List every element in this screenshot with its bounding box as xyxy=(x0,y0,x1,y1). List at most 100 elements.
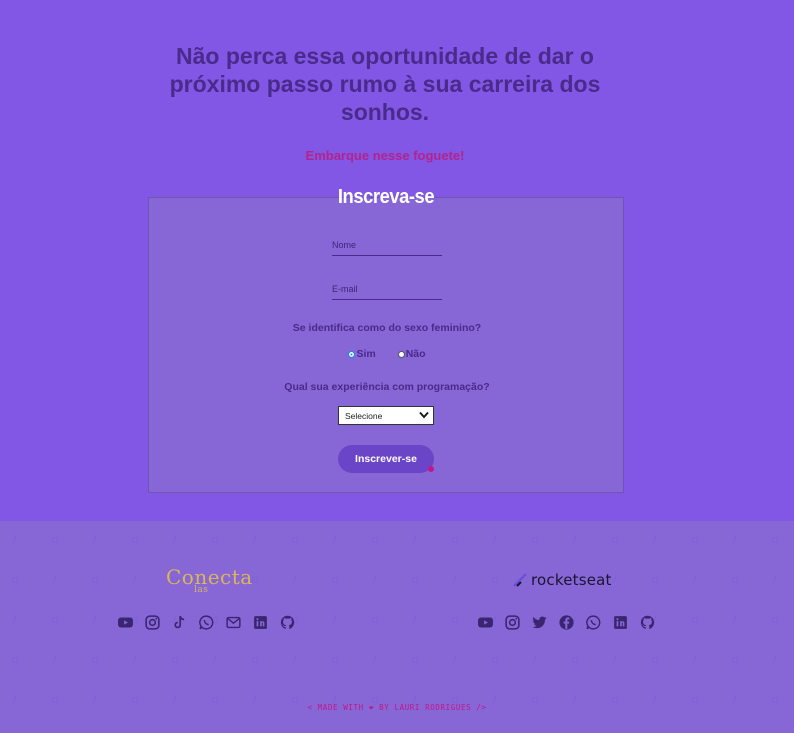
pattern-glyph: / xyxy=(372,655,378,665)
pattern-glyph: / xyxy=(452,575,458,585)
heart-icon: ❤ xyxy=(368,703,374,712)
pattern-glyph: / xyxy=(452,655,458,665)
pattern-glyph: / xyxy=(292,575,298,585)
pattern-glyph: □ xyxy=(52,535,58,545)
whatsapp-icon[interactable] xyxy=(197,613,216,632)
youtube-icon[interactable] xyxy=(116,613,135,632)
accent-dot xyxy=(428,466,434,472)
pattern-glyph: □ xyxy=(332,655,338,665)
radio-sim-dot[interactable] xyxy=(348,350,356,358)
conecta-logo-text: Conecta xyxy=(166,565,253,589)
instagram-icon[interactable] xyxy=(503,613,522,632)
facebook-icon[interactable] xyxy=(557,613,576,632)
pattern-glyph: / xyxy=(732,535,738,545)
pattern-glyph: / xyxy=(692,655,698,665)
pattern-glyph: / xyxy=(92,615,98,625)
pattern-glyph: / xyxy=(332,535,338,545)
pattern-glyph: / xyxy=(332,615,338,625)
chevron-down-icon xyxy=(419,411,429,421)
pattern-glyph: / xyxy=(412,615,418,625)
rocketseat-logo[interactable]: rocketseat xyxy=(512,571,612,589)
pattern-glyph: □ xyxy=(692,615,698,625)
pattern-glyph: □ xyxy=(52,615,58,625)
youtube-icon[interactable] xyxy=(476,613,495,632)
instagram-icon[interactable] xyxy=(143,613,162,632)
conecta-logo-sub: las xyxy=(194,585,209,595)
pattern-glyph: / xyxy=(132,575,138,585)
radio-nao-label: Não xyxy=(405,348,426,360)
email-field-wrapper xyxy=(332,278,442,300)
pattern-glyph: / xyxy=(732,615,738,625)
gender-radio-group: Sim Não xyxy=(149,348,625,360)
experience-question: Qual sua experiência com programação? xyxy=(284,381,490,393)
pattern-glyph: / xyxy=(572,535,578,545)
pattern-glyph: / xyxy=(772,655,778,665)
submit-button[interactable]: Inscrever-se xyxy=(338,445,434,473)
name-field-wrapper xyxy=(332,234,442,256)
experience-select[interactable]: Selecione xyxy=(338,406,434,425)
gender-question: Se identifica como do sexo feminino? xyxy=(292,322,482,334)
conecta-social-icons xyxy=(116,613,297,632)
pattern-glyph: / xyxy=(212,655,218,665)
credit-prefix: < MADE WITH xyxy=(307,703,364,712)
pattern-glyph: □ xyxy=(132,535,138,545)
pattern-glyph: □ xyxy=(732,575,738,585)
github-icon[interactable] xyxy=(638,613,657,632)
linkedin-icon[interactable] xyxy=(611,613,630,632)
pattern-glyph: □ xyxy=(332,575,338,585)
pattern-glyph: / xyxy=(52,655,58,665)
pattern-glyph: □ xyxy=(452,615,458,625)
hero-title: Não perca essa oportunidade de dar o pró… xyxy=(169,43,601,125)
whatsapp-icon[interactable] xyxy=(584,613,603,632)
pattern-glyph: / xyxy=(52,575,58,585)
linkedin-icon[interactable] xyxy=(251,613,270,632)
credit-suffix: BY LAURI RODRIGUES /> xyxy=(379,703,487,712)
signup-form: Se identifica como do sexo feminino? Sim… xyxy=(148,197,624,493)
pattern-glyph: □ xyxy=(372,535,378,545)
name-field[interactable] xyxy=(332,234,442,255)
pattern-glyph: / xyxy=(92,535,98,545)
pattern-glyph: □ xyxy=(532,535,538,545)
pattern-glyph: □ xyxy=(212,535,218,545)
pattern-glyph: □ xyxy=(12,655,18,665)
hero-subtitle: Embarque nesse foguete! xyxy=(305,148,465,163)
pattern-glyph: / xyxy=(412,535,418,545)
pattern-glyph: □ xyxy=(252,575,258,585)
pattern-glyph: □ xyxy=(452,535,458,545)
radio-nao[interactable]: Não xyxy=(397,348,426,360)
email-field[interactable] xyxy=(332,278,442,299)
pattern-glyph: □ xyxy=(372,615,378,625)
mail-icon[interactable] xyxy=(224,613,243,632)
pattern-glyph: □ xyxy=(12,575,18,585)
tiktok-icon[interactable] xyxy=(170,613,189,632)
experience-select-value: Selecione xyxy=(345,410,383,421)
github-icon[interactable] xyxy=(278,613,297,632)
submit-button-label: Inscrever-se xyxy=(355,453,417,465)
radio-sim[interactable]: Sim xyxy=(348,348,376,360)
rocketseat-social-icons xyxy=(476,613,657,632)
radio-sim-label: Sim xyxy=(356,348,376,360)
pattern-glyph: / xyxy=(532,655,538,665)
pattern-glyph: / xyxy=(492,535,498,545)
radio-nao-dot[interactable] xyxy=(397,350,405,358)
pattern-glyph: / xyxy=(292,655,298,665)
pattern-glyph: □ xyxy=(412,575,418,585)
pattern-glyph: / xyxy=(12,535,18,545)
pattern-glyph: □ xyxy=(732,655,738,665)
pattern-glyph: □ xyxy=(292,535,298,545)
pattern-glyph: / xyxy=(372,575,378,585)
pattern-glyph: □ xyxy=(492,655,498,665)
pattern-glyph: □ xyxy=(652,575,658,585)
pattern-glyph: / xyxy=(652,535,658,545)
conecta-logo[interactable]: Conecta las xyxy=(166,565,253,595)
pattern-glyph: □ xyxy=(612,535,618,545)
pattern-glyph: □ xyxy=(172,655,178,665)
pattern-glyph: / xyxy=(692,575,698,585)
pattern-glyph: / xyxy=(612,575,618,585)
pattern-glyph: □ xyxy=(772,615,778,625)
twitter-icon[interactable] xyxy=(530,613,549,632)
pattern-glyph: / xyxy=(172,535,178,545)
pattern-glyph: / xyxy=(252,535,258,545)
pattern-glyph: / xyxy=(772,575,778,585)
pattern-glyph: □ xyxy=(412,655,418,665)
